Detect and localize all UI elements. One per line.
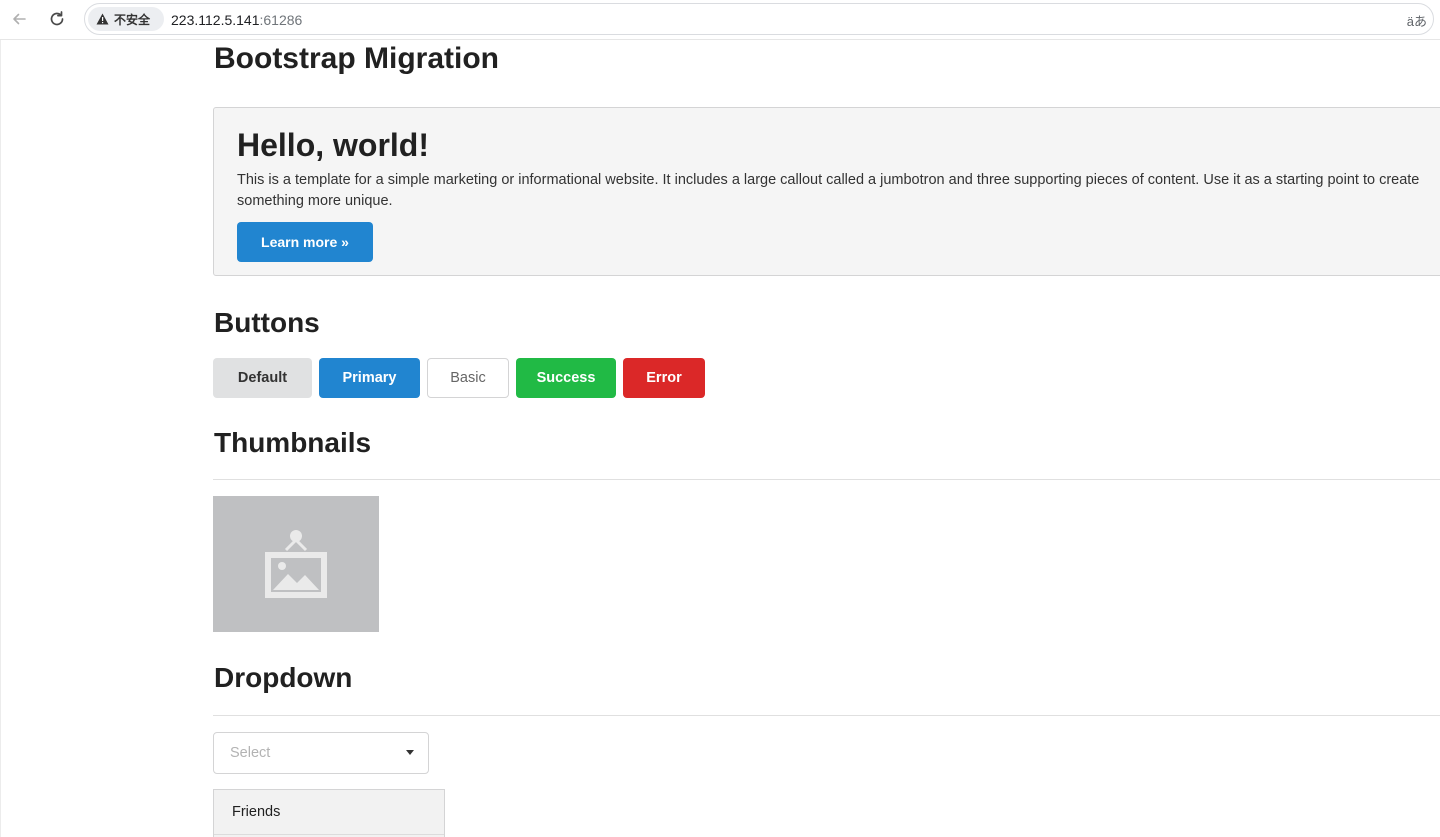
basic-button[interactable]: Basic <box>427 358 509 398</box>
translate-button[interactable]: äあ <box>1407 11 1427 30</box>
menu-item-friends[interactable]: Friends <box>214 790 444 835</box>
page-title: Bootstrap Migration <box>214 42 499 75</box>
reload-icon <box>50 11 64 26</box>
url-text[interactable]: 223.112.5.141:61286 <box>171 12 302 28</box>
caret-down-icon <box>406 750 414 755</box>
select-dropdown[interactable]: Select <box>213 732 429 774</box>
main-content: Bootstrap Migration Hello, world! This i… <box>213 40 1440 837</box>
thumbnail-image <box>213 496 379 632</box>
jumbotron-text: This is a template for a simple marketin… <box>237 172 1420 209</box>
dropdown-divider <box>213 715 1440 716</box>
security-chip[interactable]: 不安全 <box>88 7 164 31</box>
select-placeholder: Select <box>230 745 271 761</box>
browser-toolbar: 不安全 223.112.5.141:61286 äあ <box>0 0 1440 40</box>
buttons-heading: Buttons <box>214 307 320 338</box>
dropdown-menu: Friends <box>213 789 445 837</box>
dropdown-heading: Dropdown <box>214 662 353 693</box>
thumbnails-divider <box>213 479 1440 480</box>
url-port: :61286 <box>259 12 303 28</box>
learn-more-button[interactable]: Learn more » <box>237 222 373 262</box>
default-button[interactable]: Default <box>213 358 312 398</box>
security-label: 不安全 <box>114 12 151 27</box>
image-placeholder-icon <box>265 530 327 598</box>
jumbotron-heading: Hello, world! <box>237 127 429 163</box>
success-button[interactable]: Success <box>516 358 616 398</box>
warning-icon <box>96 13 109 25</box>
address-bar[interactable]: 不安全 223.112.5.141:61286 äあ <box>84 3 1434 35</box>
page-viewport: Bootstrap Migration Hello, world! This i… <box>0 40 1440 837</box>
arrow-left-icon <box>13 13 26 25</box>
error-button[interactable]: Error <box>623 358 705 398</box>
back-button[interactable] <box>6 6 32 32</box>
reload-button[interactable] <box>44 6 70 32</box>
primary-button[interactable]: Primary <box>319 358 420 398</box>
thumbnails-heading: Thumbnails <box>214 427 372 458</box>
jumbotron: Hello, world! This is a template for a s… <box>213 107 1440 276</box>
url-host: 223.112.5.141 <box>171 12 260 28</box>
